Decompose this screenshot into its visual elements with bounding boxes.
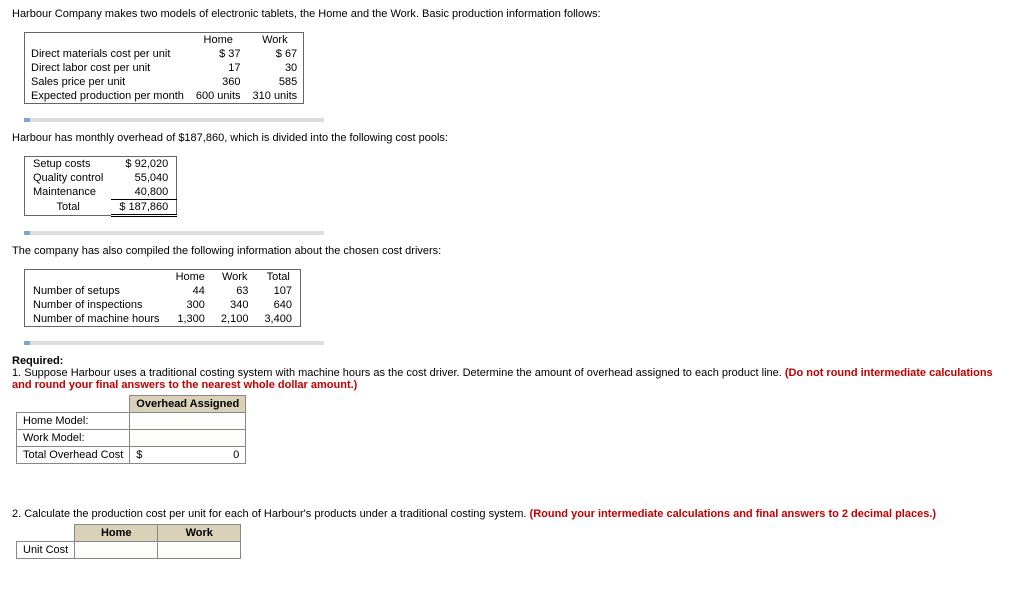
- cell: 310 units: [247, 89, 304, 104]
- question-1: 1. Suppose Harbour uses a traditional co…: [12, 367, 1012, 391]
- cell: 107: [256, 284, 300, 298]
- col: Home: [168, 270, 213, 285]
- drivers-table: Home Work Total Number of setups 44 63 1…: [24, 269, 301, 327]
- cell: 300: [168, 298, 213, 312]
- unit-cost-table: Home Work Unit Cost: [16, 524, 241, 559]
- overhead-intro: Harbour has monthly overhead of $187,860…: [12, 132, 1012, 144]
- q2-note: (Round your intermediate calculations an…: [530, 508, 937, 520]
- cell: 600 units: [190, 89, 247, 104]
- row-label: Expected production per month: [25, 89, 190, 104]
- overhead-assigned-header: Overhead Assigned: [130, 396, 246, 413]
- row-label: Number of machine hours: [25, 312, 168, 327]
- intro-text: Harbour Company makes two models of elec…: [12, 8, 1012, 20]
- scroll-indicator: [24, 231, 324, 235]
- work-unit-cost-input[interactable]: [158, 542, 241, 559]
- cell: $ 37: [190, 47, 247, 61]
- total-overhead-cell: $ 0: [130, 447, 246, 464]
- cell: 40,800: [111, 185, 176, 200]
- col: Total: [256, 270, 300, 285]
- home-unit-cost-input[interactable]: [75, 542, 158, 559]
- col-home: Home: [75, 525, 158, 542]
- row-label: Direct materials cost per unit: [25, 47, 190, 61]
- col-home: Home: [190, 33, 247, 48]
- cell: 360: [190, 75, 247, 89]
- row-label: Direct labor cost per unit: [25, 61, 190, 75]
- drivers-intro: The company has also compiled the follow…: [12, 245, 1012, 257]
- cell: $ 67: [247, 47, 304, 61]
- overhead-assigned-table: Overhead Assigned Home Model: Work Model…: [16, 395, 246, 464]
- cell: 55,040: [111, 171, 176, 185]
- row-label: Sales price per unit: [25, 75, 190, 89]
- required-label: Required:: [12, 355, 1012, 367]
- scroll-indicator: [24, 118, 324, 122]
- total-amount: $ 187,860: [111, 200, 176, 216]
- cell: 640: [256, 298, 300, 312]
- cell: 63: [213, 284, 257, 298]
- row-label: Number of setups: [25, 284, 168, 298]
- row-label: Unit Cost: [17, 542, 75, 559]
- total-label: Total: [25, 200, 112, 216]
- dollar-sign: $: [136, 449, 142, 461]
- cost-pools-table: Setup costs $ 92,020 Quality control 55,…: [24, 156, 177, 217]
- total-overhead-value: 0: [233, 449, 239, 461]
- cell: 17: [190, 61, 247, 75]
- question-2: 2. Calculate the production cost per uni…: [12, 508, 1012, 520]
- cell: 30: [247, 61, 304, 75]
- production-table: Home Work Direct materials cost per unit…: [24, 32, 304, 104]
- scroll-indicator: [24, 341, 324, 345]
- home-overhead-input[interactable]: [130, 413, 246, 430]
- col: Work: [213, 270, 257, 285]
- row-label: Total Overhead Cost: [17, 447, 130, 464]
- cell: 340: [213, 298, 257, 312]
- q2-text: 2. Calculate the production cost per uni…: [12, 508, 530, 520]
- row-label: Number of inspections: [25, 298, 168, 312]
- row-label: Work Model:: [17, 430, 130, 447]
- cell: 3,400: [256, 312, 300, 327]
- work-overhead-input[interactable]: [130, 430, 246, 447]
- cell: 1,300: [168, 312, 213, 327]
- row-label: Setup costs: [25, 157, 112, 172]
- col-work: Work: [158, 525, 241, 542]
- cell: 585: [247, 75, 304, 89]
- row-label: Maintenance: [25, 185, 112, 200]
- cell: $ 92,020: [111, 157, 176, 172]
- cell: 44: [168, 284, 213, 298]
- row-label: Home Model:: [17, 413, 130, 430]
- row-label: Quality control: [25, 171, 112, 185]
- cell: 2,100: [213, 312, 257, 327]
- q1-text: 1. Suppose Harbour uses a traditional co…: [12, 367, 785, 379]
- col-work: Work: [247, 33, 304, 48]
